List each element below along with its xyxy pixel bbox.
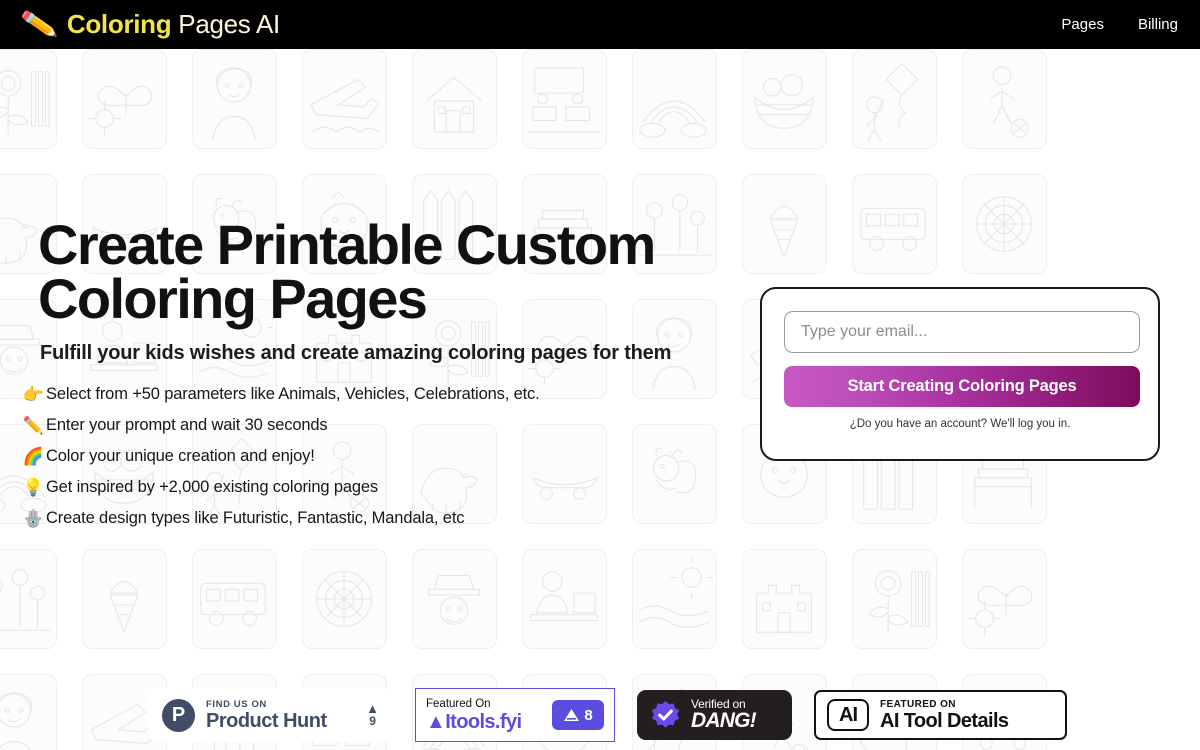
background-thumbnail <box>302 49 387 149</box>
background-thumbnail <box>192 549 277 649</box>
background-thumbnail <box>412 49 497 149</box>
background-thumbnail <box>742 549 827 649</box>
triangle-upvote-icon <box>564 708 580 721</box>
verified-check-icon <box>651 700 680 728</box>
feature-text: Enter your prompt and wait 30 seconds <box>46 416 328 434</box>
nav-link-pages[interactable]: Pages <box>1061 16 1104 33</box>
badge-aitools-fyi[interactable]: Featured On ▲Itools.fyi 8 <box>415 688 615 742</box>
feature-text: Select from +50 parameters like Animals,… <box>46 385 540 403</box>
background-thumbnail <box>0 549 57 649</box>
background-thumbnail <box>962 174 1047 274</box>
product-hunt-text: FIND US ON Product Hunt <box>206 699 327 732</box>
aitools-text: Featured On ▲Itools.fyi <box>426 697 552 733</box>
background-thumbnail <box>962 549 1047 649</box>
aitools-name: ▲Itools.fyi <box>426 711 522 733</box>
background-thumbnail <box>852 549 937 649</box>
feature-text: Get inspired by +2,000 existing coloring… <box>46 478 379 496</box>
brand-title: Coloring Pages AI <box>67 9 280 40</box>
aitools-vote-pill[interactable]: 8 <box>552 700 604 730</box>
background-thumbnail <box>302 549 387 649</box>
list-item: 👉 Select from +50 parameters like Animal… <box>22 379 698 410</box>
brand-logo[interactable]: ✏️ Coloring Pages AI <box>19 5 280 43</box>
background-thumbnail <box>522 49 607 149</box>
product-hunt-logo-icon: P <box>162 698 195 732</box>
aitools-vote-count: 8 <box>584 706 593 724</box>
nav-link-billing[interactable]: Billing <box>1138 16 1178 33</box>
background-thumbnail <box>852 49 937 149</box>
badge-product-hunt[interactable]: P FIND US ON Product Hunt ▲ 9 <box>148 688 393 742</box>
background-thumbnail <box>82 549 167 649</box>
dang-text: Verified on DANG! <box>691 698 757 732</box>
hero-section: Create Printable Custom Coloring Pages F… <box>22 213 698 534</box>
email-field[interactable] <box>784 311 1140 353</box>
signup-card: Start Creating Coloring Pages ¿Do you ha… <box>760 287 1160 461</box>
list-item: 🌈 Color your unique creation and enjoy! <box>22 441 698 472</box>
list-item: 🪬 Create design types like Futuristic, F… <box>22 503 698 534</box>
brand-title-primary: Coloring <box>66 9 172 39</box>
hero-subtitle: Fulfill your kids wishes and create amaz… <box>40 342 672 364</box>
list-item: 💡 Get inspired by +2,000 existing colori… <box>22 472 698 503</box>
social-proof-badges: P FIND US ON Product Hunt ▲ 9 Featured O… <box>148 688 1067 742</box>
background-thumbnail <box>0 49 57 149</box>
background-thumbnail <box>522 549 607 649</box>
list-item: ✏️ Enter your prompt and wait 30 seconds <box>22 410 698 441</box>
background-thumbnail <box>0 674 57 750</box>
background-thumbnail <box>632 49 717 149</box>
lightbulb-icon: 💡 <box>22 477 44 497</box>
login-hint-link[interactable]: ¿Do you have an account? We'll log you i… <box>784 418 1136 430</box>
rainbow-icon: 🌈 <box>22 446 44 466</box>
ai-tool-details-text: FEATURED ON AI Tool Details <box>880 698 1009 732</box>
badge-ai-tool-details[interactable]: AI FEATURED ON AI Tool Details <box>814 690 1067 740</box>
landing-page: ✏️ Coloring Pages AI Pages Billing Creat… <box>0 0 1200 750</box>
product-hunt-upvote[interactable]: ▲ 9 <box>366 700 379 728</box>
hamsa-icon: 🪬 <box>22 508 44 528</box>
background-thumbnail <box>192 49 277 149</box>
nav-links: Pages Billing <box>1061 16 1178 33</box>
background-thumbnail <box>632 549 717 649</box>
feature-text: Create design types like Futuristic, Fan… <box>46 509 465 527</box>
badge-dang[interactable]: Verified on DANG! <box>637 690 792 740</box>
upvote-arrow-icon: ▲ <box>366 700 379 716</box>
background-thumbnail <box>962 49 1047 149</box>
background-thumbnail <box>412 549 497 649</box>
upvote-count: 9 <box>369 713 376 728</box>
ai-tool-details-name: AI Tool Details <box>880 709 1009 732</box>
background-thumbnail <box>742 174 827 274</box>
pencil-icon: ✏️ <box>22 415 44 435</box>
feature-text: Color your unique creation and enjoy! <box>46 447 315 465</box>
background-thumbnail <box>852 174 937 274</box>
pointing-hand-icon: 👉 <box>22 384 44 404</box>
product-hunt-kicker: FIND US ON <box>206 698 267 710</box>
ai-tool-details-kicker: FEATURED ON <box>880 698 956 710</box>
background-thumbnail <box>742 49 827 149</box>
dang-name: DANG! <box>691 709 757 732</box>
background-thumbnail <box>82 49 167 149</box>
brand-title-secondary: Pages AI <box>171 9 280 39</box>
product-hunt-name: Product Hunt <box>206 709 327 732</box>
feature-list: 👉 Select from +50 parameters like Animal… <box>22 379 698 534</box>
pencil-icon: ✏️ <box>19 5 60 43</box>
top-navigation-bar: ✏️ Coloring Pages AI Pages Billing <box>0 0 1200 49</box>
start-creating-button[interactable]: Start Creating Coloring Pages <box>784 366 1140 407</box>
ai-tool-details-logo-icon: AI <box>827 699 869 731</box>
page-title: Create Printable Custom Coloring Pages <box>38 213 656 330</box>
aitools-kicker: Featured On <box>426 698 491 710</box>
